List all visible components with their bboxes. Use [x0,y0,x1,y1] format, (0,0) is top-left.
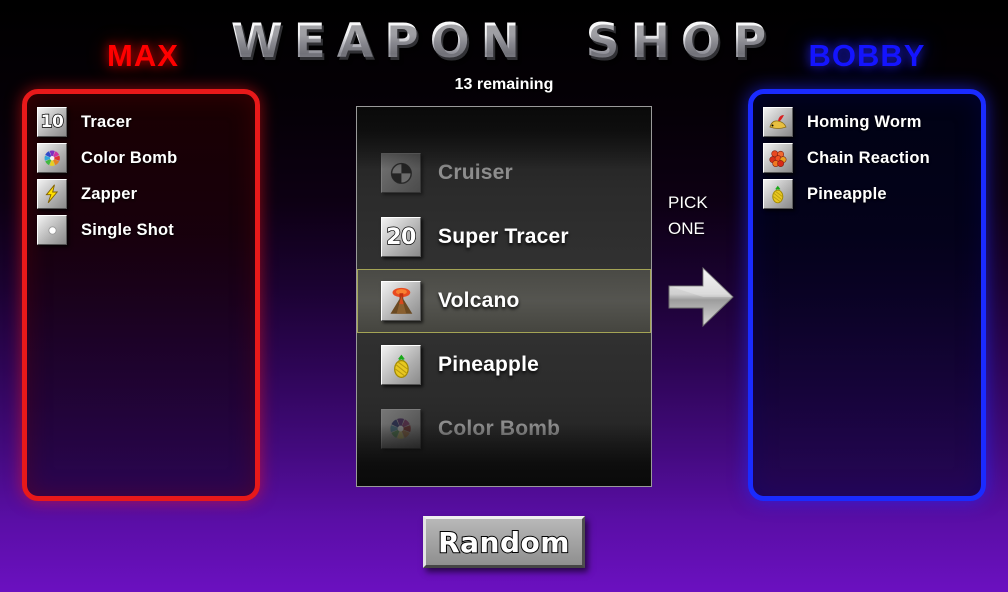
shop-row[interactable]: Cruiser [357,141,651,205]
arrow-right-icon [663,262,737,332]
inventory-item: Single Shot [37,212,255,248]
inventory-item: Zapper [37,176,255,212]
single-dot-icon [37,215,67,245]
inventory-item-label: Zapper [81,184,138,203]
inventory-item-label: Chain Reaction [807,148,930,167]
weapon-shop-list[interactable]: Cruiser 20 Super Tracer Volcano Pineapple … [356,106,652,487]
shop-row-label: Cruiser [438,161,513,184]
number-20-icon: 20 [381,217,421,257]
pineapple-icon [381,345,421,385]
chain-reaction-icon [763,143,793,173]
player-name-right: BOBBY [808,38,926,73]
pineapple-icon [763,179,793,209]
inventory-item: Homing Worm [763,104,981,140]
inventory-item: 10 Tracer [37,104,255,140]
homing-worm-icon [763,107,793,137]
tile-badge: 20 [385,224,417,250]
lightning-bolt-icon [37,179,67,209]
inventory-item-label: Pineapple [807,184,887,203]
color-wheel-icon [37,143,67,173]
inventory-item-label: Tracer [81,112,132,131]
pick-one-line2: ONE [668,219,705,238]
color-wheel-icon [381,409,421,449]
random-button-label: Random [437,525,570,560]
shop-row[interactable]: 20 Super Tracer [357,205,651,269]
player-name-left: MAX [107,38,179,73]
inventory-panel-right: Homing Worm Chain Reaction Pineapple [748,89,986,501]
pick-one-line1: PICK [668,193,708,212]
cruiser-ball-icon [381,153,421,193]
inventory-item-label: Homing Worm [807,112,922,131]
random-button[interactable]: Random [423,516,585,568]
inventory-list-right: Homing Worm Chain Reaction Pineapple [753,94,981,212]
shop-row-selected[interactable]: Volcano [357,269,651,333]
pick-one-hint: PICK ONE [668,190,738,242]
shop-row-label: Color Bomb [438,417,561,440]
inventory-item: Chain Reaction [763,140,981,176]
shop-row[interactable]: Color Bomb [357,397,651,461]
volcano-icon [381,281,421,321]
inventory-list-left: 10 Tracer Color Bomb Zapper Single Shot [27,94,255,248]
shop-row-label: Pineapple [438,353,539,376]
weapon-shop-scroll[interactable]: Cruiser 20 Super Tracer Volcano Pineapple … [357,107,651,486]
inventory-panel-left: 10 Tracer Color Bomb Zapper Single Shot [22,89,260,501]
number-10-icon: 10 [37,107,67,137]
tile-badge: 10 [40,111,65,132]
shop-row[interactable]: Pineapple [357,333,651,397]
inventory-item-label: Single Shot [81,220,174,239]
inventory-item: Pineapple [763,176,981,212]
weapon-shop-screen: WEAPON SHOP 13 remaining MAX BOBBY 10 Tra… [0,0,1008,592]
shop-row-label: Super Tracer [438,225,569,248]
inventory-item: Color Bomb [37,140,255,176]
shop-row-label: Volcano [438,289,520,312]
inventory-item-label: Color Bomb [81,148,178,167]
